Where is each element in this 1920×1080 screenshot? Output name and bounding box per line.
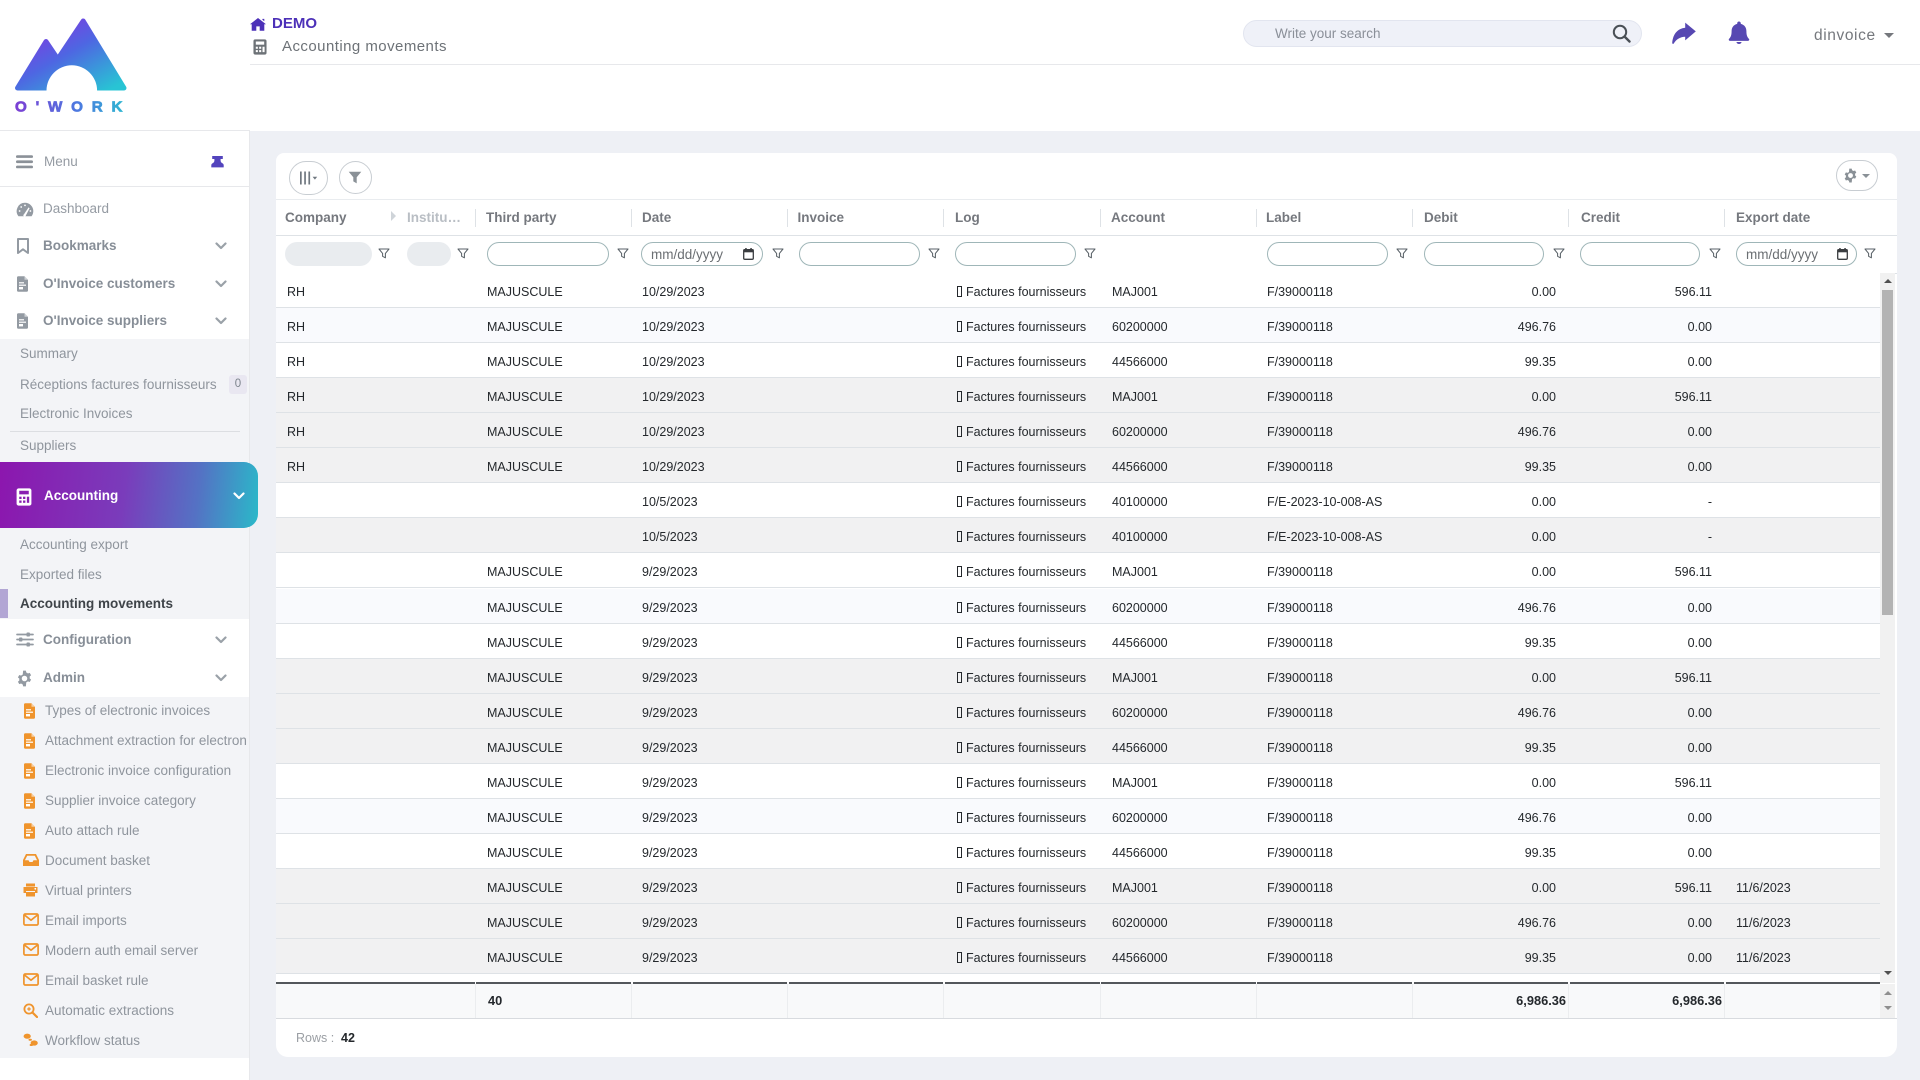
svg-text:O'WORK: O'WORK [15,99,131,116]
